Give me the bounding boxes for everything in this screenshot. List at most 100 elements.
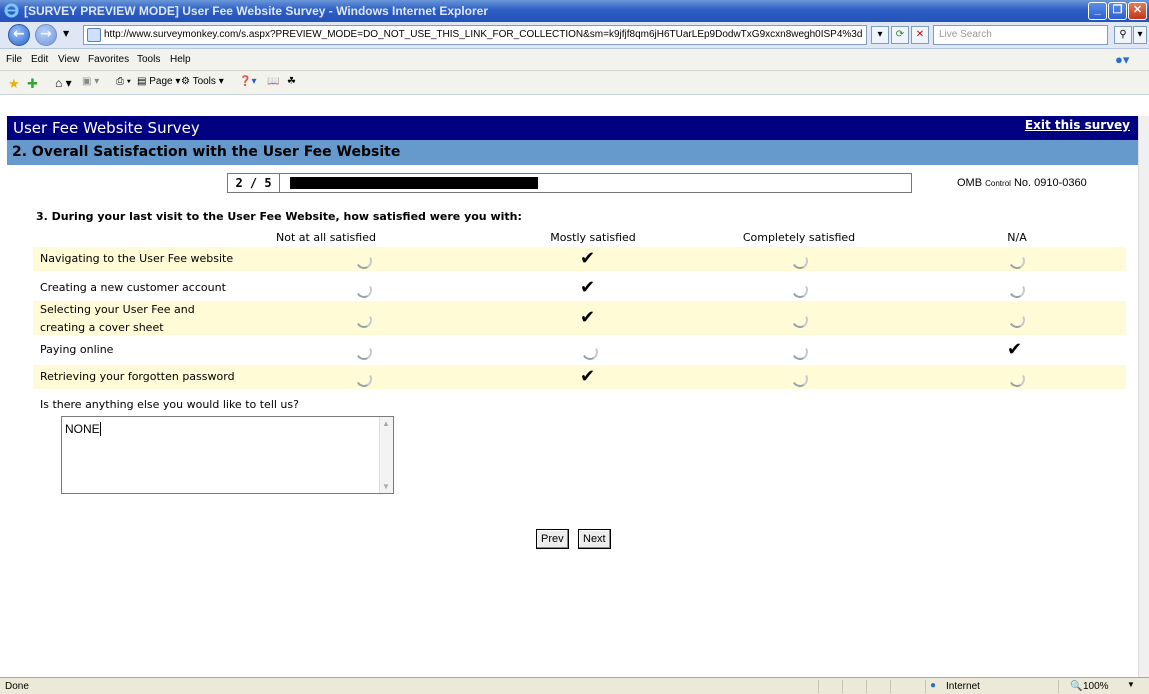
matrix-row: Creating a new customer account ✔ <box>33 276 1126 300</box>
status-divider <box>866 680 867 693</box>
scroll-down-icon[interactable]: ▼ <box>382 482 390 491</box>
scroll-up-icon[interactable]: ▲ <box>382 419 390 428</box>
research-icon[interactable]: 📖 <box>267 76 279 87</box>
radio-checked[interactable]: ✔ <box>580 277 600 300</box>
page-scrollbar[interactable] <box>1138 116 1149 677</box>
back-button[interactable]: ← <box>8 24 30 46</box>
status-bar: Done ● Internet 🔍 100% ▼ <box>0 677 1149 694</box>
page-title: 2. Overall Satisfaction with the User Fe… <box>12 144 401 160</box>
checkmark-icon: ✔ <box>580 307 596 328</box>
menu-tools[interactable]: Tools <box>137 54 160 65</box>
radio-circle-icon <box>354 280 374 300</box>
menu-file[interactable]: File <box>6 54 22 65</box>
help-icon[interactable]: ❓▾ <box>239 76 256 87</box>
back-arrow-icon: ← <box>13 26 25 42</box>
radio-option[interactable] <box>354 369 374 389</box>
history-dropdown-icon[interactable]: ▼ <box>63 29 69 38</box>
radio-option[interactable] <box>1007 369 1027 389</box>
status-divider <box>1058 680 1059 693</box>
radio-option[interactable] <box>354 310 374 330</box>
zoom-dropdown-icon[interactable]: ▼ <box>1127 680 1135 689</box>
home-icon[interactable]: ⌂ ▾ <box>55 76 72 90</box>
radio-option[interactable] <box>354 280 374 300</box>
messenger-icon[interactable]: ☘ <box>287 76 296 87</box>
radio-option[interactable] <box>1007 310 1027 330</box>
radio-option[interactable] <box>1007 251 1027 271</box>
zoom-level[interactable]: 100% <box>1083 681 1109 692</box>
radio-circle-icon <box>1007 369 1027 389</box>
menu-favorites[interactable]: Favorites <box>88 54 129 65</box>
status-divider <box>842 680 843 693</box>
comment-value: NONE <box>65 422 100 436</box>
restore-button[interactable]: ❐ <box>1108 2 1127 20</box>
tools-menu[interactable]: ⚙ Tools ▾ <box>181 76 224 87</box>
forward-button[interactable]: → <box>35 24 57 46</box>
radio-option[interactable] <box>790 251 810 271</box>
radio-option[interactable] <box>790 342 810 362</box>
column-header-na: N/A <box>1007 231 1027 244</box>
progress-label: 2 / 5 <box>228 174 280 192</box>
progress-bar: 2 / 5 <box>227 173 912 193</box>
matrix-row: Selecting your User Fee and creating a c… <box>33 301 1126 335</box>
refresh-button[interactable]: ⟳ <box>891 26 909 44</box>
radio-circle-icon <box>354 342 374 362</box>
omb-control-number: OMB Control No. 0910-0360 <box>957 177 1087 189</box>
radio-option[interactable] <box>790 310 810 330</box>
prev-button[interactable]: Prev <box>536 529 569 549</box>
page-menu[interactable]: ▤ Page ▾ <box>137 76 180 87</box>
radio-option[interactable] <box>790 280 810 300</box>
favorites-star-icon[interactable]: ★ <box>8 76 20 92</box>
menu-help[interactable]: Help <box>170 54 191 65</box>
ie-globe-icon[interactable]: ●▾ <box>1115 52 1129 68</box>
status-divider <box>818 680 819 693</box>
radio-checked[interactable]: ✔ <box>580 248 600 271</box>
close-button[interactable]: ✕ <box>1128 2 1147 20</box>
radio-option[interactable] <box>354 251 374 271</box>
radio-circle-icon <box>790 369 810 389</box>
search-button[interactable]: ⚲ <box>1114 26 1132 44</box>
textarea-scrollbar[interactable]: ▲ ▼ <box>379 417 393 493</box>
stop-button[interactable]: ✕ <box>911 26 929 44</box>
exit-survey-link[interactable]: Exit this survey <box>1025 118 1130 132</box>
menu-view[interactable]: View <box>58 54 80 65</box>
zoom-icon[interactable]: 🔍 <box>1070 681 1082 692</box>
status-text: Done <box>5 681 29 692</box>
print-icon[interactable]: ⎙ ▾ <box>116 76 131 87</box>
next-button[interactable]: Next <box>578 529 611 549</box>
radio-circle-icon <box>1007 310 1027 330</box>
internet-zone-icon: ● <box>930 680 937 691</box>
omb-number: No. 0910-0360 <box>1013 177 1087 189</box>
search-icon: ⚲ <box>1119 29 1127 40</box>
window-title: [SURVEY PREVIEW MODE] User Fee Website S… <box>24 4 489 18</box>
radio-option[interactable] <box>580 342 600 362</box>
row-label: Paying online <box>40 343 114 356</box>
radio-circle-icon <box>790 280 810 300</box>
feeds-icon[interactable]: ▣ ▾ <box>82 76 99 87</box>
radio-option[interactable] <box>1007 280 1027 300</box>
url-text: http://www.surveymonkey.com/s.aspx?PREVI… <box>104 29 863 40</box>
page-header: 2. Overall Satisfaction with the User Fe… <box>7 140 1138 165</box>
comment-prompt: Is there anything else you would like to… <box>40 398 299 411</box>
radio-option[interactable] <box>354 342 374 362</box>
add-favorite-icon[interactable]: ✚ <box>27 76 38 92</box>
radio-checked[interactable]: ✔ <box>580 366 600 389</box>
tools-menu-label: Tools <box>192 76 216 87</box>
radio-checked[interactable]: ✔ <box>580 307 600 330</box>
menu-edit[interactable]: Edit <box>31 54 48 65</box>
survey-header: User Fee Website Survey Exit this survey <box>7 116 1138 140</box>
row-label: Selecting your User Fee and creating a c… <box>40 303 195 334</box>
checkmark-icon: ✔ <box>580 366 596 387</box>
survey-page: User Fee Website Survey Exit this survey… <box>7 116 1138 677</box>
search-input[interactable]: Live Search <box>933 25 1108 45</box>
minimize-button[interactable]: _ <box>1088 2 1107 20</box>
radio-circle-icon <box>1007 280 1027 300</box>
status-divider <box>890 680 891 693</box>
comment-textarea[interactable]: NONE ▲ ▼ <box>61 416 394 494</box>
menu-bar: File Edit View Favorites Tools Help ●▾ <box>0 49 1149 71</box>
url-field[interactable]: http://www.surveymonkey.com/s.aspx?PREVI… <box>83 25 867 45</box>
ie-logo-icon <box>4 3 19 18</box>
radio-checked[interactable]: ✔ <box>1007 339 1027 362</box>
search-options-button[interactable]: ▾ <box>1133 26 1147 44</box>
radio-option[interactable] <box>790 369 810 389</box>
url-dropdown-button[interactable]: ▾ <box>871 26 889 44</box>
